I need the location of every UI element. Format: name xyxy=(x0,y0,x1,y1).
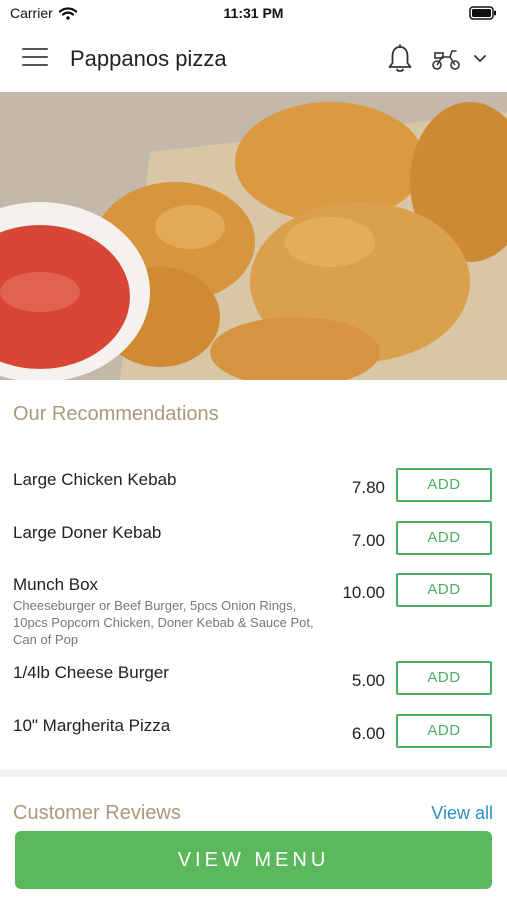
fried-chicken-illustration xyxy=(0,92,507,380)
item-name: Large Chicken Kebab xyxy=(13,470,177,489)
item-price: 5.00 xyxy=(351,671,385,690)
recommendations-title: Our Recommendations xyxy=(13,403,219,425)
item-name: Large Doner Kebab xyxy=(13,523,162,542)
item-description: Cheeseburger or Beef Burger, 5pcs Onion … xyxy=(13,598,314,647)
item-name: 10" Margherita Pizza xyxy=(13,716,171,735)
status-bar: Carrier 11:31 PM xyxy=(0,0,507,26)
item-name: 1/4lb Cheese Burger xyxy=(13,663,169,682)
view-all-reviews-link[interactable]: View all xyxy=(431,803,493,824)
delivery-scooter-icon[interactable] xyxy=(430,46,462,72)
item-price: 7.80 xyxy=(351,478,385,497)
page-title: Pappanos pizza xyxy=(70,46,227,71)
view-menu-button[interactable]: VIEW MENU xyxy=(15,831,492,889)
add-button[interactable]: ADD xyxy=(396,661,492,695)
add-button[interactable]: ADD xyxy=(396,521,492,555)
clock: 11:31 PM xyxy=(223,5,284,21)
item-name: Munch Box xyxy=(13,575,99,594)
add-button[interactable]: ADD xyxy=(396,468,492,502)
app-header: Pappanos pizza xyxy=(0,26,507,92)
item-price: 7.00 xyxy=(351,531,385,550)
hamburger-menu-icon[interactable] xyxy=(22,48,48,68)
item-price: 10.00 xyxy=(342,583,385,602)
hero-food-image xyxy=(0,92,507,380)
section-divider xyxy=(0,770,507,777)
bell-icon[interactable] xyxy=(386,44,414,74)
add-button[interactable]: ADD xyxy=(396,714,492,748)
add-button[interactable]: ADD xyxy=(396,573,492,607)
chevron-down-icon[interactable] xyxy=(472,50,488,66)
reviews-title: Customer Reviews xyxy=(13,802,181,824)
battery-icon xyxy=(469,6,496,20)
item-price: 6.00 xyxy=(351,724,385,743)
